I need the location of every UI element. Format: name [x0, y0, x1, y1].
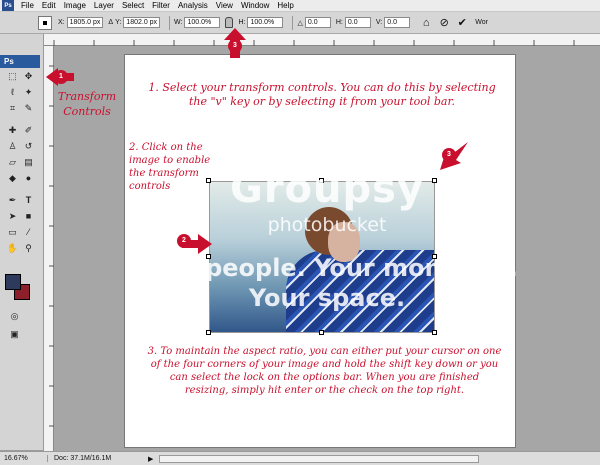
history-brush-icon[interactable]: ↺ [22, 140, 35, 153]
healing-brush-icon[interactable]: ✚ [6, 124, 19, 137]
reference-point-icon[interactable] [38, 15, 52, 30]
menu-window[interactable]: Window [237, 1, 273, 10]
zoom-tool-icon[interactable]: ⚲ [22, 242, 35, 255]
quick-mask-icon[interactable]: ◎ [8, 310, 21, 323]
menu-file[interactable]: File [17, 1, 38, 10]
x-field[interactable]: X: 1805.0 px [58, 17, 104, 28]
menu-help[interactable]: Help [273, 1, 297, 10]
app-icon: Ps [2, 0, 14, 11]
eraser-tool-icon[interactable]: ▱ [6, 156, 19, 169]
y-field[interactable]: Δ Y: 1802.0 px [108, 17, 161, 28]
clone-stamp-icon[interactable]: ♙ [6, 140, 19, 153]
brush-tool-icon[interactable]: ✐ [22, 124, 35, 137]
badge-3-canvas: 3 [442, 148, 456, 162]
transform-handle-bottom-right[interactable] [432, 330, 437, 335]
hskew-field[interactable]: H: 0.0 [336, 17, 371, 28]
move-tool-icon[interactable]: ✥ [22, 70, 35, 83]
menu-analysis[interactable]: Analysis [174, 1, 212, 10]
menu-layer[interactable]: Layer [90, 1, 118, 10]
menu-view[interactable]: View [212, 1, 237, 10]
menu-filter[interactable]: Filter [148, 1, 174, 10]
blur-tool-icon[interactable]: ◆ [6, 172, 19, 185]
delta-icon: Δ [108, 19, 114, 26]
horizontal-scrollbar[interactable] [159, 454, 480, 463]
watermark-brand: Groupsy [229, 166, 425, 212]
watermark-line2: Your space. [248, 284, 406, 312]
badge-1: 1 [54, 70, 68, 84]
separator [292, 15, 294, 30]
screen-mode-icon[interactable]: ▣ [8, 328, 21, 341]
gradient-tool-icon[interactable]: ▤ [22, 156, 35, 169]
step1-text: 1. Select your transform controls. You c… [148, 81, 496, 109]
document-info[interactable]: Doc: 37.1M/16.1M [48, 455, 148, 462]
commit-check-icon[interactable]: ✔ [455, 16, 469, 30]
step3-text: 3. To maintain the aspect ratio, you can… [147, 346, 502, 396]
type-tool-icon[interactable]: T [22, 194, 35, 207]
badge-2: 2 [177, 234, 191, 248]
ruler-ticks [53, 40, 575, 46]
foreground-color-swatch[interactable] [5, 274, 21, 290]
transform-controls-label: Transform Controls [57, 90, 117, 118]
height-field[interactable]: H: 100.0% [238, 17, 284, 28]
marquee-tool-icon[interactable]: ⬚ [6, 70, 19, 83]
notes-tool-icon[interactable]: ▭ [6, 226, 19, 239]
transform-handle-bottom[interactable] [319, 330, 324, 335]
canvas-workspace[interactable]: 1. Select your transform controls. You c… [54, 46, 600, 451]
slice-tool-icon[interactable]: ✎ [22, 102, 35, 115]
shape-tool-icon[interactable]: ■ [22, 210, 35, 223]
rotate-field[interactable]: △ 0.0 [297, 17, 331, 28]
lock-icon[interactable] [225, 17, 234, 28]
workspace-label[interactable]: Wor [475, 19, 488, 26]
watermark-line1: Your people. Your moments. [136, 254, 518, 282]
menu-bar: Ps File Edit Image Layer Select Filter A… [0, 0, 600, 12]
vskew-field[interactable]: V: 0.0 [376, 17, 411, 28]
warp-icon[interactable]: ⌂ [419, 16, 433, 30]
badge-3-lock: 3 [228, 39, 242, 53]
watermark-sub: photobucket [267, 214, 387, 236]
width-field[interactable]: W: 100.0% [174, 17, 221, 28]
panel-logo: Ps [0, 55, 40, 68]
status-bar: 16.67% Doc: 37.1M/16.1M ▶ [0, 451, 600, 465]
lasso-tool-icon[interactable]: ℓ [6, 86, 19, 99]
transform-handle-bottom-left[interactable] [206, 330, 211, 335]
magic-wand-icon[interactable]: ✦ [22, 86, 35, 99]
menu-edit[interactable]: Edit [38, 1, 60, 10]
menu-select[interactable]: Select [118, 1, 148, 10]
ruler-horizontal [44, 34, 600, 46]
pen-tool-icon[interactable]: ✒ [6, 194, 19, 207]
options-bar: X: 1805.0 px Δ Y: 1802.0 px W: 100.0% H: 100.… [0, 12, 600, 34]
zoom-level[interactable]: 16.67% [0, 455, 48, 462]
menu-image[interactable]: Image [60, 1, 90, 10]
eyedropper-icon[interactable]: ⁄ [22, 226, 35, 239]
separator [169, 15, 171, 30]
rotate-icon: △ [297, 19, 303, 27]
dodge-tool-icon[interactable]: ● [22, 172, 35, 185]
hand-tool-icon[interactable]: ✋ [6, 242, 19, 255]
path-select-icon[interactable]: ➤ [6, 210, 19, 223]
cancel-icon[interactable]: ⊘ [437, 16, 451, 30]
crop-tool-icon[interactable]: ⌗ [6, 102, 19, 115]
status-arrow-icon[interactable]: ▶ [148, 455, 153, 463]
tools-panel: Ps ✥ ⬚ ℓ ✦ ⌗ ✎ ✚ ✐ ♙ ↺ ▱ ▤ ◆ ● ✒ T ➤ ■ ▭… [0, 34, 44, 450]
